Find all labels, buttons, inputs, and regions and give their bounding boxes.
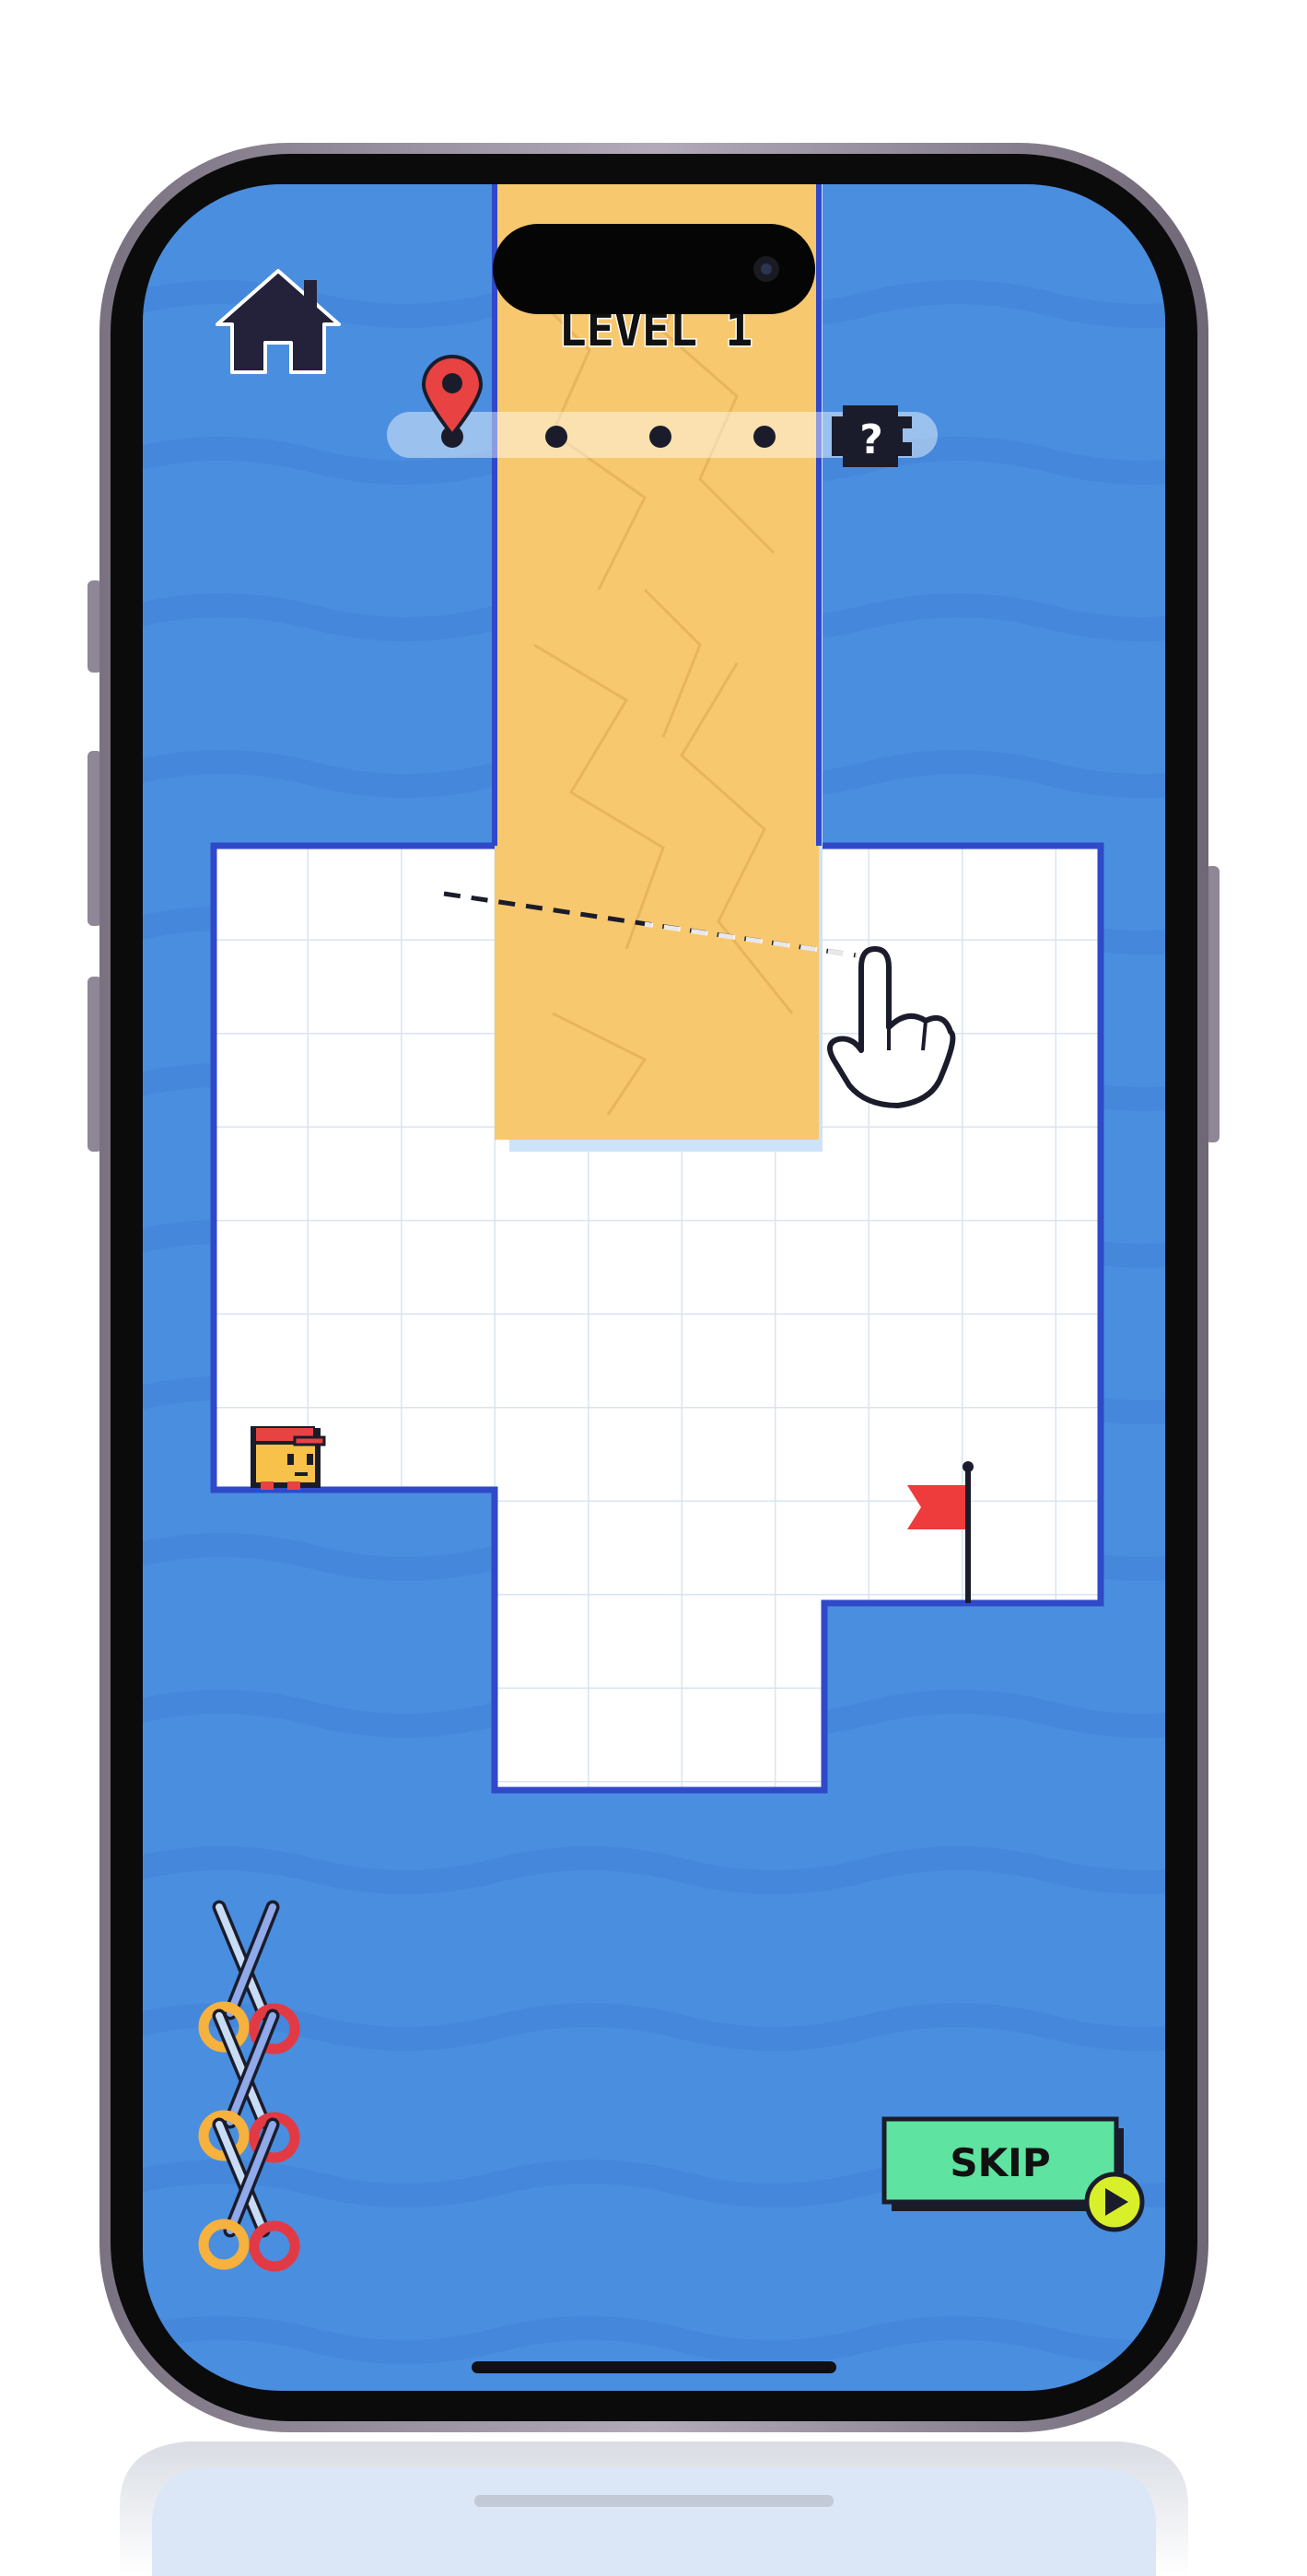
mystery-reward-symbol: ? xyxy=(859,416,883,463)
game-screen: LEVEL 1 ? SKIP xyxy=(143,184,1165,2391)
game-scene: LEVEL 1 ? SKIP xyxy=(88,143,1219,2576)
progress-step xyxy=(545,426,567,448)
progress-step xyxy=(649,426,671,448)
skip-label: SKIP xyxy=(950,2140,1050,2185)
home-indicator xyxy=(472,2361,836,2373)
player-character xyxy=(251,1426,326,1490)
dynamic-island xyxy=(493,224,815,314)
phone-reflection xyxy=(120,2441,1188,2576)
progress-step xyxy=(753,426,776,448)
play-icon xyxy=(1084,2172,1145,2232)
